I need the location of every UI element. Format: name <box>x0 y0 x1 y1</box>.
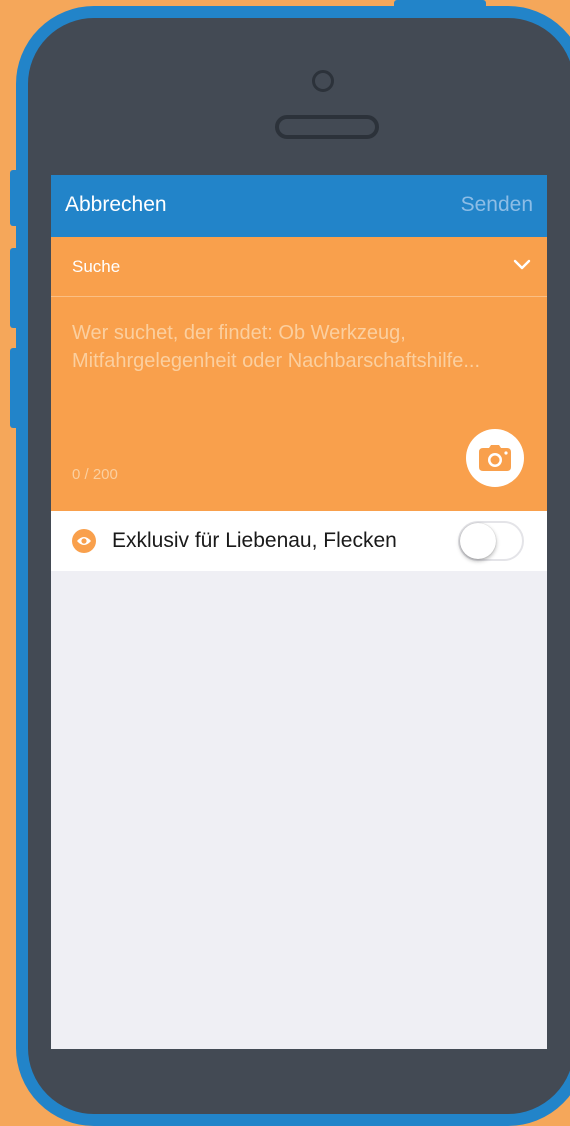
exclusive-toggle[interactable] <box>458 521 524 561</box>
category-label: Suche <box>72 257 121 276</box>
power-button <box>394 0 486 8</box>
cancel-button[interactable]: Abbrechen <box>65 193 167 217</box>
exclusive-row: Exklusiv für Liebenau, Flecken <box>51 511 547 571</box>
post-text-input[interactable]: Wer suchet, der findet: Ob Werkzeug, Mit… <box>72 319 512 375</box>
mute-switch <box>10 170 18 226</box>
exclusive-label: Exklusiv für Liebenau, Flecken <box>112 529 397 552</box>
category-selector[interactable]: Suche <box>51 237 547 297</box>
character-counter: 0 / 200 <box>72 466 118 483</box>
eye-icon <box>72 529 96 553</box>
speaker-grille <box>275 115 379 139</box>
volume-up-button <box>10 248 18 328</box>
front-camera <box>312 70 334 92</box>
post-composer: Suche Wer suchet, der findet: Ob Werkzeu… <box>51 237 547 511</box>
volume-down-button <box>10 348 18 428</box>
toggle-knob <box>460 523 496 559</box>
chevron-down-icon <box>513 259 531 270</box>
navigation-bar: Abbrechen Senden <box>51 175 547 237</box>
send-button[interactable]: Senden <box>461 193 533 217</box>
app-screen: Abbrechen Senden Suche Wer suchet, der f… <box>51 175 547 1049</box>
camera-icon <box>479 445 511 471</box>
add-photo-button[interactable] <box>466 429 524 487</box>
